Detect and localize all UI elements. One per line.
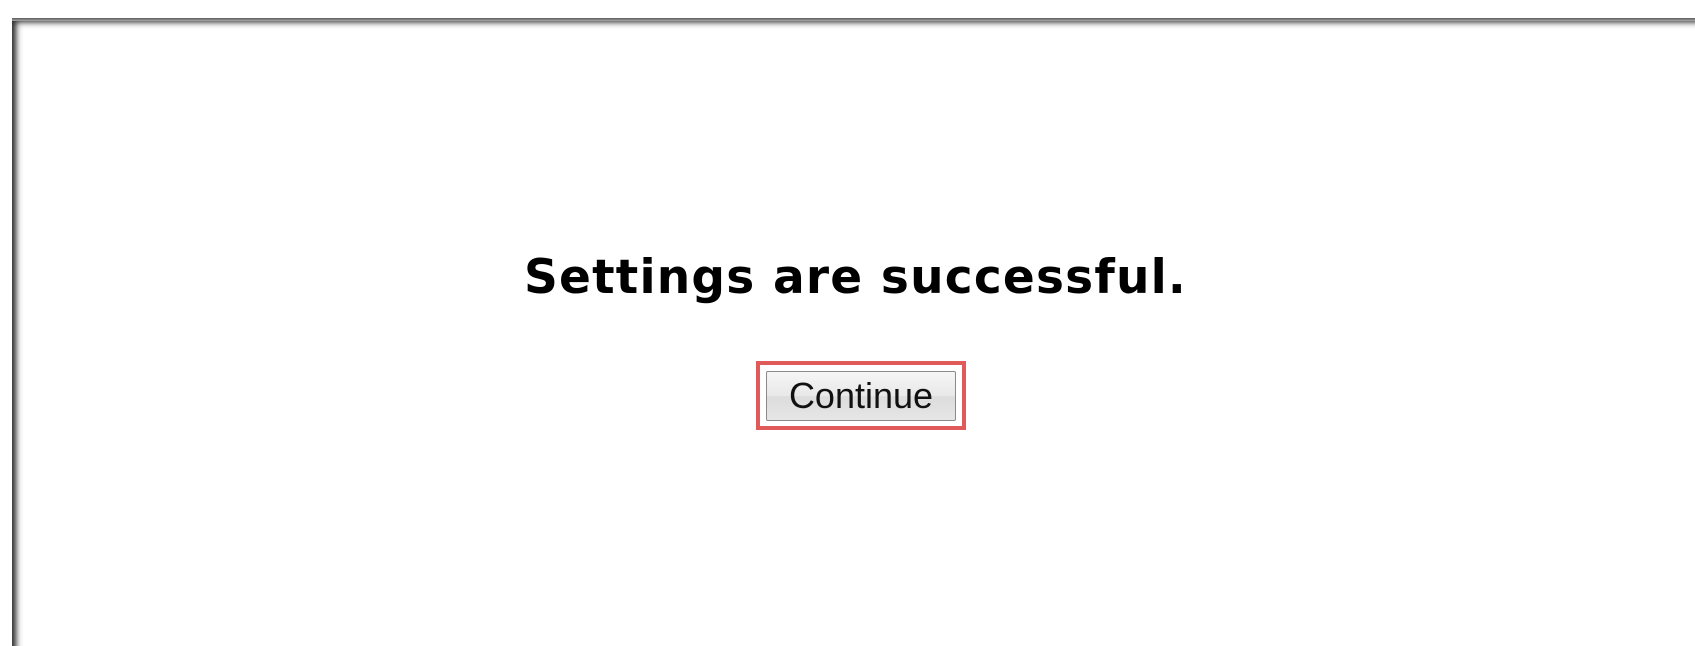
dialog-panel [12,18,1695,646]
success-message: Settings are successful. [523,250,1187,305]
continue-button-highlight: Continue [756,361,966,430]
continue-button[interactable]: Continue [766,370,956,421]
